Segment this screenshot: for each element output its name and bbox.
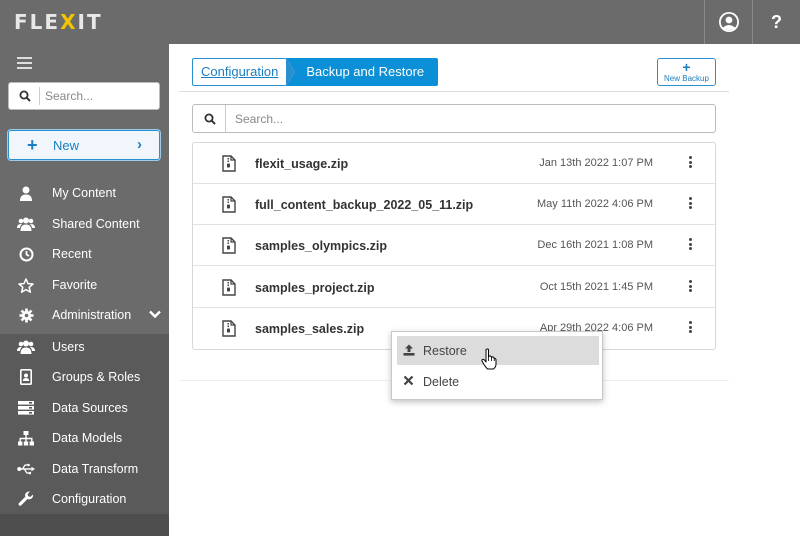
search-icon: [204, 113, 216, 125]
sidebar-footer: [0, 514, 169, 536]
sidebar-item-groups-roles[interactable]: Groups & Roles: [0, 362, 169, 392]
file-date: Jan 13th 2022 1:07 PM: [539, 157, 653, 169]
group-icon: [17, 339, 35, 355]
sitemap-icon: [17, 430, 35, 446]
chevron-down-icon: [149, 310, 161, 319]
group-icon: [17, 216, 35, 232]
zip-file-icon: [222, 155, 236, 172]
zip-file-icon: [222, 237, 236, 254]
sidebar-item-data-models[interactable]: Data Models: [0, 423, 169, 453]
hamburger-menu-icon[interactable]: [17, 57, 32, 72]
list-item[interactable]: flexit_usage.zip Jan 13th 2022 1:07 PM: [193, 143, 715, 184]
breadcrumb-link-configuration[interactable]: Configuration: [192, 58, 296, 86]
file-name: samples_project.zip: [255, 281, 375, 295]
sidebar-item-administration[interactable]: Administration: [0, 300, 169, 330]
clock-icon: [17, 246, 35, 262]
list-item[interactable]: full_content_backup_2022_05_11.zip May 1…: [193, 184, 715, 225]
file-date: Oct 15th 2021 1:45 PM: [539, 281, 653, 293]
delete-menu-item[interactable]: Delete: [397, 367, 599, 396]
plus-icon: +: [682, 59, 691, 75]
plus-icon: +: [27, 135, 38, 155]
list-item[interactable]: samples_olympics.zip Dec 16th 2021 1:08 …: [193, 225, 715, 266]
more-options-icon[interactable]: [687, 156, 693, 172]
sidebar-item-favorite[interactable]: Favorite: [0, 270, 169, 300]
star-icon: [17, 277, 35, 293]
search-icon: [19, 90, 31, 102]
sidebar-search-input[interactable]: [45, 87, 155, 105]
new-backup-label: New Backup: [664, 74, 709, 83]
upload-icon: [403, 344, 415, 356]
id-badge-icon: [17, 369, 35, 385]
new-button-label: New: [53, 138, 80, 153]
chevron-right-icon: ›: [137, 136, 142, 153]
search-divider: [225, 105, 226, 132]
search-divider: [39, 87, 40, 105]
sidebar-item-data-sources[interactable]: Data Sources: [0, 393, 169, 423]
more-options-icon[interactable]: [687, 321, 693, 337]
new-backup-button[interactable]: + New Backup: [657, 58, 716, 86]
file-name: flexit_usage.zip: [255, 157, 349, 171]
sidebar: + New › My Content Shared Content Recent…: [0, 44, 169, 536]
sidebar-item-configuration[interactable]: Configuration: [0, 484, 169, 514]
user-icon: [17, 185, 35, 201]
backup-search-input[interactable]: [235, 110, 695, 128]
sidebar-item-users[interactable]: Users: [0, 332, 169, 362]
file-context-menu: Restore Delete: [391, 331, 603, 400]
sidebar-item-data-transform[interactable]: Data Transform: [0, 454, 169, 484]
restore-menu-item[interactable]: Restore: [397, 336, 599, 365]
top-bar: FLE X IT ?: [0, 0, 800, 44]
close-icon: [403, 375, 414, 386]
help-icon: ?: [771, 11, 782, 32]
flexit-logo[interactable]: FLE X IT: [14, 10, 103, 34]
server-icon: [17, 400, 35, 416]
user-profile-button[interactable]: [704, 0, 752, 44]
file-date: Dec 16th 2021 1:08 PM: [537, 239, 653, 251]
list-item[interactable]: samples_project.zip Oct 15th 2021 1:45 P…: [193, 267, 715, 308]
more-options-icon[interactable]: [687, 238, 693, 254]
backup-search: [192, 104, 716, 133]
breadcrumb-current: Backup and Restore: [286, 58, 439, 86]
new-button[interactable]: + New ›: [8, 130, 160, 160]
wrench-icon: [17, 491, 35, 507]
hand-pointer-cursor-icon: [481, 348, 497, 370]
file-name: samples_olympics.zip: [255, 239, 388, 253]
header-divider: [179, 91, 729, 92]
more-options-icon[interactable]: [687, 197, 693, 213]
zip-file-icon: [222, 279, 236, 296]
sidebar-item-my-content[interactable]: My Content: [0, 178, 169, 208]
breadcrumb: Configuration Backup and Restore: [192, 58, 439, 86]
zip-file-icon: [222, 320, 236, 337]
help-button[interactable]: ?: [752, 0, 800, 44]
file-name: samples_sales.zip: [255, 322, 365, 336]
sidebar-item-shared-content[interactable]: Shared Content: [0, 209, 169, 239]
backup-file-list: flexit_usage.zip Jan 13th 2022 1:07 PM f…: [192, 142, 716, 350]
user-circle-icon: [718, 12, 739, 32]
gear-icon: [17, 307, 35, 323]
usb-icon: [17, 461, 35, 477]
sidebar-item-recent[interactable]: Recent: [0, 239, 169, 269]
more-options-icon[interactable]: [687, 280, 693, 296]
file-date: May 11th 2022 4:06 PM: [537, 198, 653, 210]
zip-file-icon: [222, 196, 236, 213]
file-name: full_content_backup_2022_05_11.zip: [255, 198, 474, 212]
sidebar-search: [8, 82, 160, 110]
